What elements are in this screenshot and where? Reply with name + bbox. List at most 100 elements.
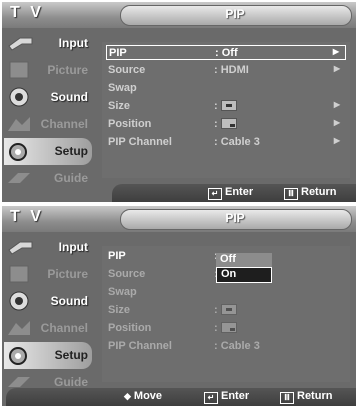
menu-title: PIP [225, 211, 245, 225]
dropdown-option-on[interactable]: On [216, 267, 272, 283]
sidebar-item-label: Channel [40, 117, 88, 131]
menu-content: PIP : Off ▶ Source : HDMI ▶ Swap Size : … [102, 42, 350, 178]
sidebar-item-setup[interactable]: Setup [4, 342, 92, 369]
row-label: Source [108, 268, 146, 280]
pip-position-icon [220, 322, 237, 333]
sidebar-item-channel[interactable]: Channel [4, 111, 92, 138]
row-value: : [214, 100, 237, 112]
row-label: Source [108, 64, 146, 76]
sidebar-item-label: Picture [47, 267, 88, 281]
menu-row-position[interactable]: Position : ▶ [106, 117, 346, 132]
menu-row-swap: Swap [106, 285, 346, 300]
row-label: PIP [109, 47, 127, 59]
return-label: Return [297, 390, 333, 402]
dropdown-option-off[interactable]: Off [216, 253, 272, 267]
menu-row-size: Size : [106, 303, 346, 318]
row-value: : HDMI [214, 64, 249, 76]
tv-title: T V [10, 4, 44, 21]
channel-icon [8, 117, 30, 131]
help-bar: ◆ Move ↵ Enter Ⅲ Return [6, 388, 356, 406]
return-hint: Ⅲ Return [280, 390, 332, 404]
sidebar-item-label: Sound [50, 294, 88, 308]
row-value: : Off [215, 47, 238, 59]
arrow-right-icon: ▶ [333, 118, 340, 127]
pip-size-icon [220, 100, 237, 111]
picture-icon [9, 265, 29, 283]
guide-icon [8, 173, 30, 183]
value-colon: : [214, 304, 218, 316]
row-label: Position [108, 322, 152, 334]
enter-label: Enter [225, 186, 254, 198]
sidebar-item-input[interactable]: Input [4, 30, 92, 57]
enter-icon: ↵ [208, 188, 222, 200]
move-icon: ◆ [124, 391, 131, 401]
sidebar-item-input[interactable]: Input [4, 234, 92, 261]
input-icon [8, 37, 33, 51]
setup-icon [9, 347, 27, 365]
enter-label: Enter [221, 390, 250, 402]
pip-menu-screen: T V PIP Input Picture Sound Channel Setu… [2, 2, 356, 202]
sidebar-item-label: Picture [47, 63, 88, 77]
enter-hint: ↵ Enter [204, 390, 249, 404]
pip-size-icon [220, 304, 237, 315]
row-label: Size [108, 100, 131, 112]
value-colon: : [214, 118, 218, 130]
sound-icon [9, 87, 29, 107]
menu-row-source[interactable]: Source : HDMI ▶ [106, 63, 346, 78]
sidebar-item-picture[interactable]: Picture [4, 261, 92, 288]
return-icon: Ⅲ [284, 188, 298, 200]
sound-icon [9, 291, 29, 311]
sidebar-item-sound[interactable]: Sound [4, 84, 92, 111]
menu-title: PIP [225, 7, 245, 21]
sidebar-item-label: Setup [54, 144, 88, 158]
move-label: Move [133, 390, 163, 402]
sidebar-item-sound[interactable]: Sound [4, 288, 92, 315]
row-label: Size [108, 304, 131, 316]
arrow-right-icon: ▶ [333, 64, 340, 73]
sidebar-item-label: Guide [53, 171, 88, 185]
arrow-right-icon: ▶ [333, 136, 340, 145]
channel-icon [8, 321, 30, 335]
row-value: : [214, 322, 237, 334]
menu-row-pip-channel[interactable]: PIP Channel : Cable 3 ▶ [106, 135, 346, 150]
sidebar-item-channel[interactable]: Channel [4, 315, 92, 342]
row-value: : Cable 3 [214, 136, 260, 148]
help-bar: ↵ Enter Ⅲ Return [112, 184, 356, 202]
row-label: Swap [108, 82, 137, 94]
pip-dropdown: Off On [216, 253, 274, 283]
sidebar: Input Picture Sound Channel Setup Guide [2, 28, 94, 200]
pip-dropdown-screen: T V PIP Input Picture Sound Channel Setu… [2, 206, 356, 406]
move-hint: ◆ Move [124, 390, 162, 402]
row-label: PIP [108, 250, 126, 262]
enter-hint: ↵ Enter [208, 186, 253, 200]
return-hint: Ⅲ Return [284, 186, 336, 200]
row-value: : [214, 304, 237, 316]
sidebar: Input Picture Sound Channel Setup Guide [2, 232, 94, 404]
sidebar-item-label: Input [58, 36, 88, 50]
value-colon: : [214, 322, 218, 334]
picture-icon [9, 61, 29, 79]
input-icon [8, 241, 33, 255]
return-icon: Ⅲ [280, 392, 294, 404]
title-bar: T V PIP [2, 2, 356, 28]
row-value: : Cable 3 [214, 340, 260, 352]
sidebar-item-guide[interactable]: Guide [4, 165, 92, 192]
row-label: Swap [108, 286, 137, 298]
setup-icon [9, 143, 27, 161]
title-bar: T V PIP [2, 206, 356, 232]
sidebar-item-label: Guide [53, 375, 88, 389]
sidebar-item-picture[interactable]: Picture [4, 57, 92, 84]
sidebar-item-setup[interactable]: Setup [4, 138, 92, 165]
menu-row-pip[interactable]: PIP : Off ▶ [106, 45, 346, 60]
sidebar-item-label: Channel [40, 321, 88, 335]
arrow-right-icon: ▶ [332, 47, 339, 56]
menu-row-swap[interactable]: Swap [106, 81, 346, 96]
row-value: : [214, 118, 237, 130]
return-label: Return [301, 186, 337, 198]
tv-title: T V [10, 208, 44, 225]
row-label: Position [108, 118, 152, 130]
menu-row-size[interactable]: Size : ▶ [106, 99, 346, 114]
menu-row-pip-channel: PIP Channel : Cable 3 [106, 339, 346, 354]
value-colon: : [214, 100, 218, 112]
enter-icon: ↵ [204, 392, 218, 404]
